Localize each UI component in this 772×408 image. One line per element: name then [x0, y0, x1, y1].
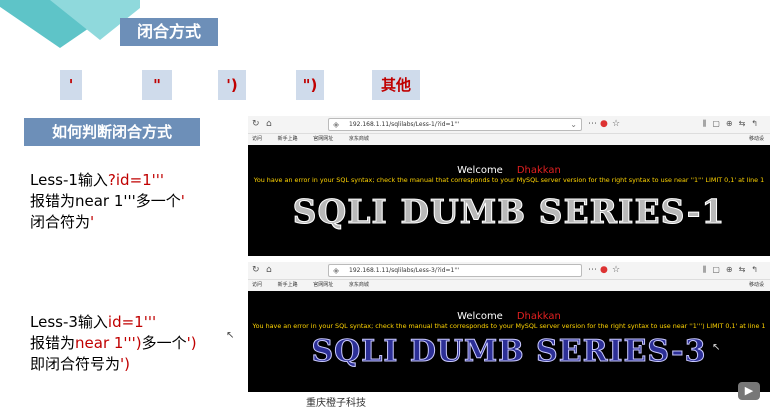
- bookmark-item[interactable]: 新手上路: [278, 282, 298, 288]
- case1-line3: 闭合符为': [30, 213, 95, 231]
- sql-error-message: You have an error in your SQL syntax; ch…: [252, 322, 766, 330]
- toolbar-right-icons[interactable]: ⫼▢⊕⇆↰: [703, 265, 764, 275]
- url-bar[interactable]: ◈ 192.168.1.11/sqlilabs/Less-3/?id=1''': [328, 264, 582, 277]
- mouse-cursor-icon: ↖: [226, 330, 235, 341]
- welcome-line: Welcome Dhakkan: [248, 311, 770, 322]
- user-name: Dhakkan: [516, 311, 561, 322]
- option-single-quote-paren: '): [218, 70, 246, 100]
- case1-line2: 报错为near 1'''多一个': [30, 192, 185, 210]
- option-single-quote: ': [60, 70, 82, 100]
- option-double-quote-paren: "): [296, 70, 324, 100]
- play-icon[interactable]: ▶: [738, 382, 760, 400]
- addon-icon[interactable]: ●: [600, 265, 608, 275]
- case2-note: Less-3输入id=1''' 报错为near 1''')多一个') 即闭合符号…: [30, 312, 197, 375]
- case2-line3: 即闭合符号为'): [30, 355, 130, 373]
- bookmarks-bar: 访问 新手上路 官网网址 京东商城 移动设: [248, 134, 770, 145]
- case2-line1: Less-3输入id=1''': [30, 313, 157, 331]
- browser-screenshot-less3: ↻ ⌂ ◈ 192.168.1.11/sqlilabs/Less-3/?id=1…: [248, 262, 770, 392]
- reload-icon[interactable]: ↻: [252, 119, 260, 129]
- toolbar-right-icons[interactable]: ⫼▢⊕⇆↰: [703, 119, 764, 129]
- case1-line1: Less-1输入?id=1''': [30, 171, 165, 189]
- mobile-bookmarks[interactable]: 移动设: [749, 134, 764, 145]
- case1-note: Less-1输入?id=1''' 报错为near 1'''多一个' 闭合符为': [30, 170, 185, 233]
- corner-decoration: [0, 0, 140, 60]
- series-banner: SQLI DUMB SERIES-3: [311, 334, 707, 370]
- shield-icon: ◈: [333, 120, 340, 129]
- bookmark-item[interactable]: 京东商城: [349, 282, 369, 288]
- bookmark-item[interactable]: 官网网址: [313, 282, 333, 288]
- url-text: 192.168.1.11/sqlilabs/Less-3/?id=1''': [349, 267, 460, 274]
- browser-toolbar: ↻ ⌂ ◈ 192.168.1.11/sqlilabs/Less-3/?id=1…: [248, 262, 770, 280]
- section-subtitle: 如何判断闭合方式: [24, 118, 200, 146]
- mouse-cursor-icon: ↖: [712, 342, 721, 353]
- shield-icon: ◈: [333, 266, 340, 275]
- star-icon[interactable]: ☆: [612, 119, 620, 129]
- welcome-line: Welcome Dhakkan: [248, 165, 770, 176]
- bookmark-item[interactable]: 新手上路: [278, 136, 298, 142]
- chevron-down-icon[interactable]: ⌄: [570, 119, 577, 131]
- browser-screenshot-less1: ↻ ⌂ ◈ 192.168.1.11/sqlilabs/Less-1/?id=1…: [248, 116, 770, 256]
- option-double-quote: ": [142, 70, 172, 100]
- reload-icon[interactable]: ↻: [252, 265, 260, 275]
- star-icon[interactable]: ☆: [612, 265, 620, 275]
- slide-title: 闭合方式: [120, 18, 218, 46]
- user-name: Dhakkan: [516, 165, 561, 176]
- url-bar[interactable]: ◈ 192.168.1.11/sqlilabs/Less-1/?id=1''' …: [328, 118, 582, 131]
- home-icon[interactable]: ⌂: [266, 119, 272, 129]
- series-banner: SQLI DUMB SERIES-1: [292, 192, 726, 232]
- addon-icon[interactable]: ●: [600, 119, 608, 129]
- more-icon[interactable]: ⋯: [588, 265, 597, 275]
- bookmark-item[interactable]: 京东商城: [349, 136, 369, 142]
- mobile-bookmarks[interactable]: 移动设: [749, 280, 764, 291]
- footer-watermark: 重庆橙子科技: [306, 398, 366, 408]
- welcome-text: Welcome: [457, 311, 503, 322]
- option-other: 其他: [372, 70, 420, 100]
- bookmark-item[interactable]: 访问: [252, 136, 262, 142]
- bookmarks-bar: 访问 新手上路 官网网址 京东商城 移动设: [248, 280, 770, 291]
- bookmark-item[interactable]: 访问: [252, 282, 262, 288]
- bookmark-item[interactable]: 官网网址: [313, 136, 333, 142]
- url-text: 192.168.1.11/sqlilabs/Less-1/?id=1''': [349, 121, 460, 128]
- case2-line2: 报错为near 1''')多一个'): [30, 334, 197, 352]
- browser-toolbar: ↻ ⌂ ◈ 192.168.1.11/sqlilabs/Less-1/?id=1…: [248, 116, 770, 134]
- welcome-text: Welcome: [457, 165, 503, 176]
- home-icon[interactable]: ⌂: [266, 265, 272, 275]
- sql-error-message: You have an error in your SQL syntax; ch…: [253, 176, 765, 184]
- more-icon[interactable]: ⋯: [588, 119, 597, 129]
